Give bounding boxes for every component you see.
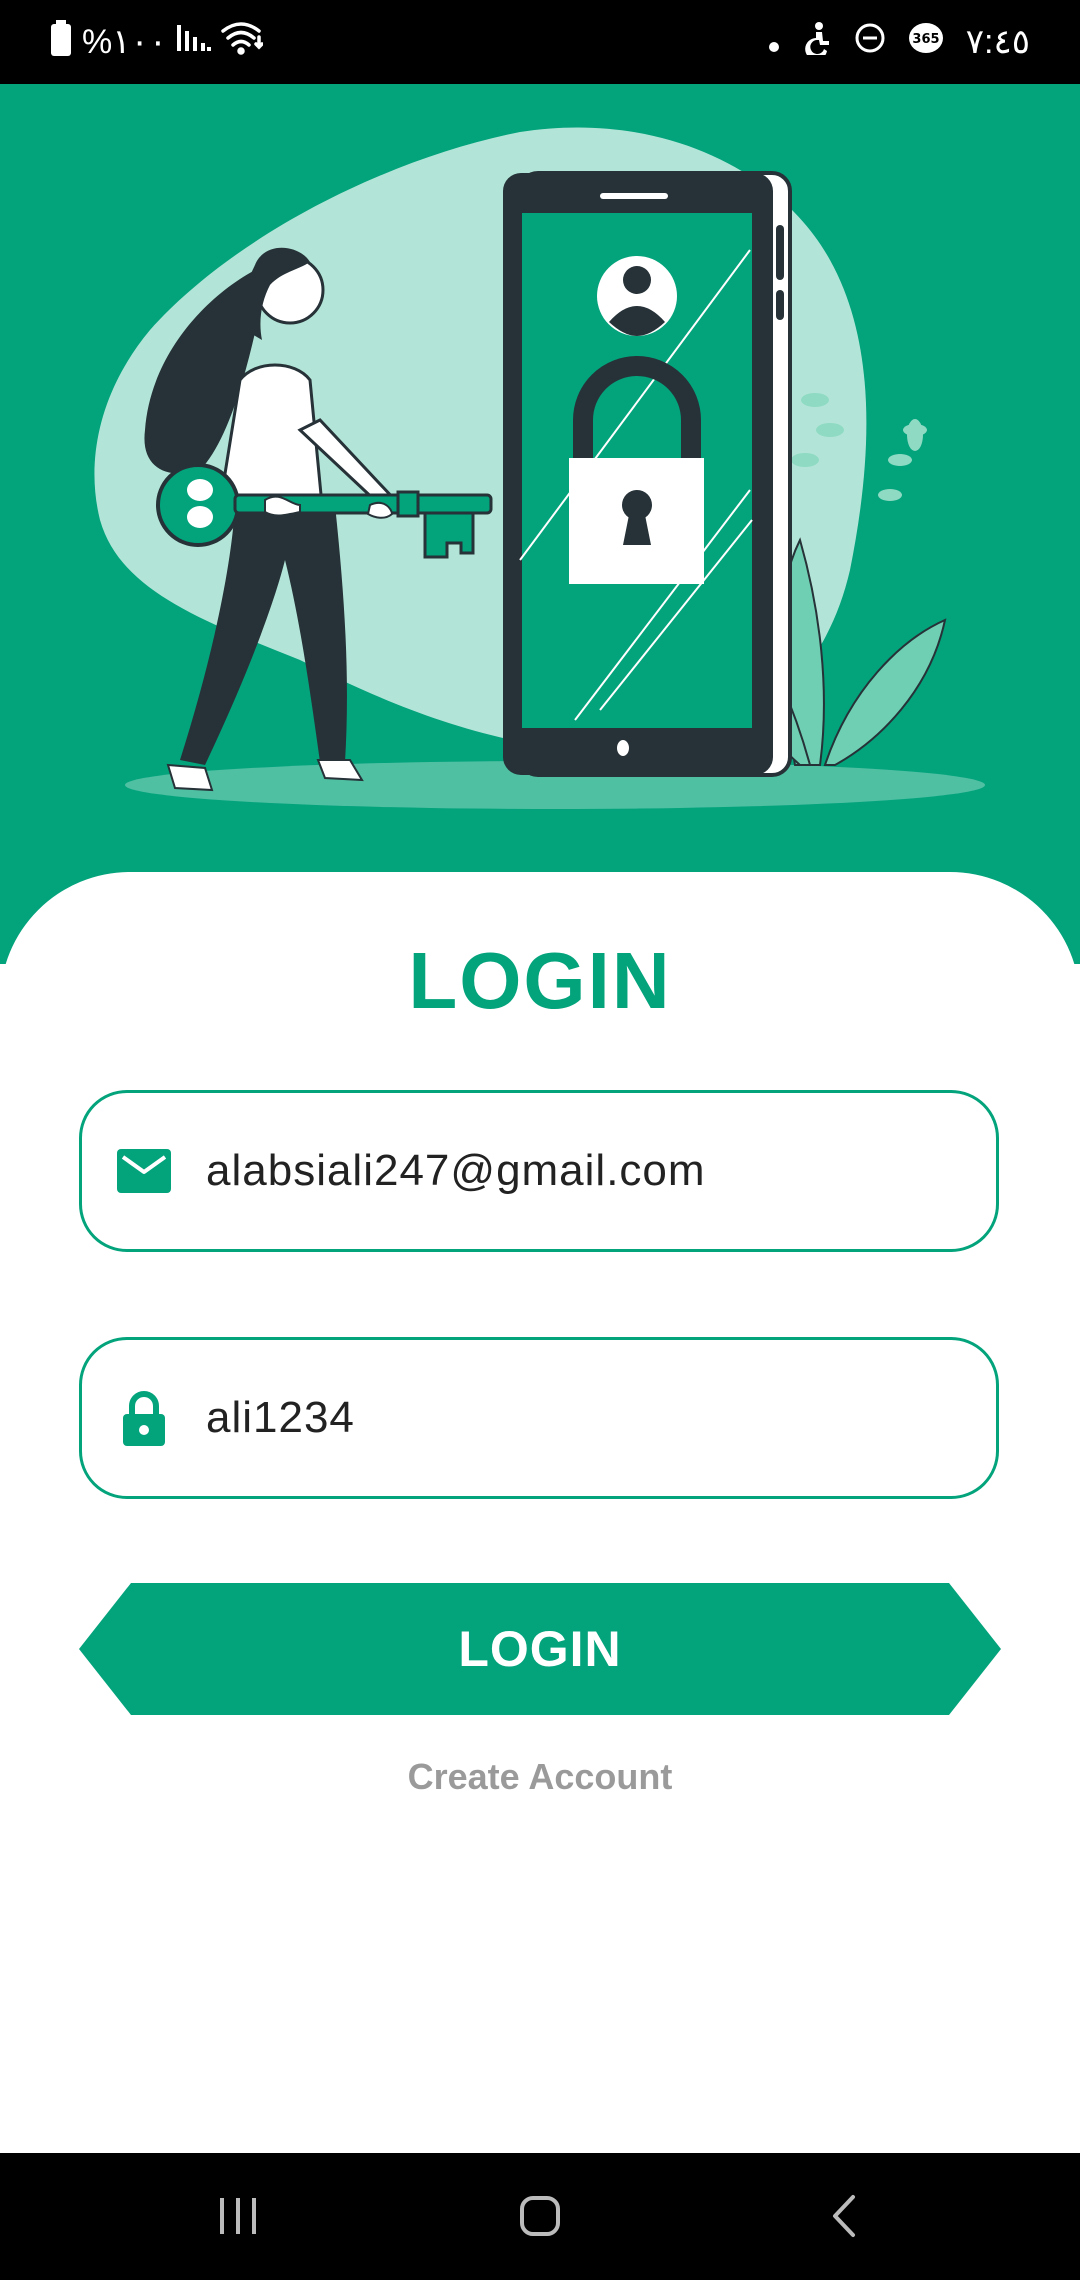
battery-percent: %١٠٠ [82,23,168,61]
phone-illustration [503,171,792,777]
email-input[interactable] [206,1093,956,1249]
dnd-icon [854,22,886,63]
wifi-icon [221,21,264,64]
page-title: LOGIN [408,936,672,1025]
signal-icon [177,23,212,62]
back-icon[interactable] [804,2181,884,2251]
navigation-bar [0,2153,1080,2280]
clock: ٧:٤٥ [965,23,1030,61]
recent-apps-icon[interactable] [198,2181,278,2251]
create-account-link[interactable]: Create Account [0,1756,1080,1798]
hero-illustration [0,84,1080,964]
home-icon[interactable] [500,2181,580,2251]
accessibility-icon [802,21,832,64]
svg-text:365: 365 [912,32,939,47]
email-field[interactable] [79,1090,999,1252]
status-bar: %١٠٠ 365 ٧:٤٥ [0,0,1080,84]
login-card [0,872,1080,2152]
login-button[interactable]: LOGIN [79,1583,1001,1715]
office365-icon: 365 [908,22,944,63]
password-field[interactable] [79,1337,999,1499]
mail-icon [116,1143,172,1199]
login-button-label: LOGIN [458,1621,622,1677]
password-input[interactable] [206,1340,956,1496]
dot-icon [768,23,780,62]
lock-icon [116,1390,172,1446]
battery-icon [50,19,72,65]
